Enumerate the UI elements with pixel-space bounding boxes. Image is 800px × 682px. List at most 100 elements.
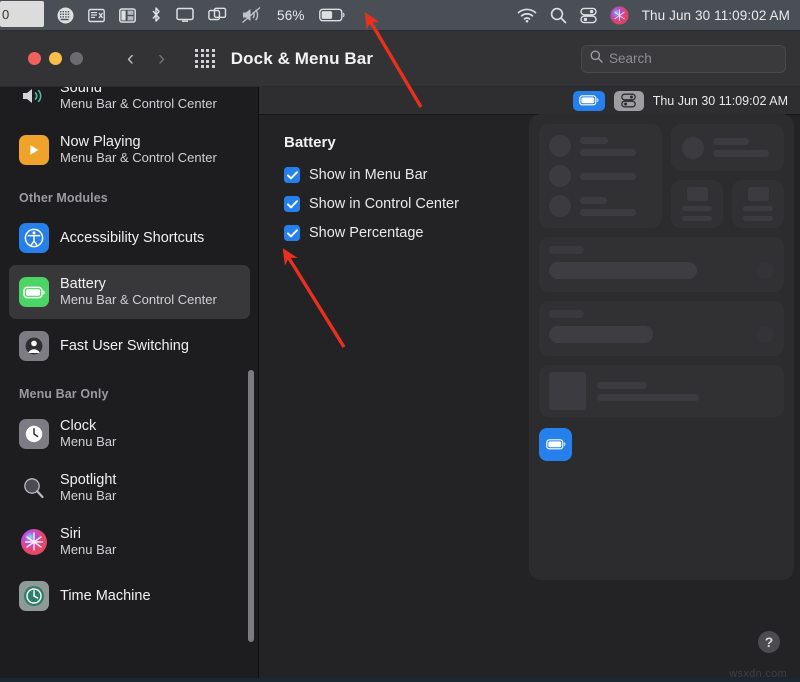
sidebar-item-clock[interactable]: Clock Menu Bar — [9, 407, 250, 461]
cc-placeholder-item — [549, 165, 652, 187]
sidebar-item-title: Time Machine — [60, 588, 151, 605]
back-button[interactable]: ‹ — [127, 48, 134, 69]
now-playing-icon — [19, 135, 49, 165]
show-all-preferences-grid-icon[interactable] — [195, 49, 215, 69]
cc-placeholder-item — [549, 135, 652, 157]
split-view-icon[interactable] — [119, 8, 136, 23]
search-field[interactable]: Search — [581, 45, 786, 73]
cc-tiles-row — [671, 180, 784, 228]
sidebar-section-other-modules: Other Modules — [0, 177, 259, 211]
sidebar-item-clock-text: Clock Menu Bar — [60, 418, 116, 451]
sidebar-item-spotlight[interactable]: Spotlight Menu Bar — [9, 461, 250, 515]
sidebar-scrollbar[interactable] — [248, 370, 254, 642]
show-in-control-center-checkbox[interactable] — [284, 196, 300, 212]
cc-right-column — [671, 124, 784, 228]
zoom-button[interactable] — [70, 52, 83, 65]
cc-placeholder-lines — [713, 138, 769, 157]
sidebar-item-siri[interactable]: Siri Menu Bar — [9, 515, 250, 569]
stocks-icon[interactable] — [88, 8, 105, 23]
cc-placeholder-bar — [682, 216, 712, 221]
sidebar-item-title: Accessibility Shortcuts — [60, 230, 204, 247]
sidebar-item-now-playing-text: Now Playing Menu Bar & Control Center — [60, 134, 217, 167]
keyboard-input-icon[interactable] — [57, 7, 74, 24]
cc-placeholder-label — [549, 246, 584, 254]
checkbox-label: Show Percentage — [309, 225, 423, 241]
sidebar-section-menu-bar-only: Menu Bar Only — [0, 373, 259, 407]
minimize-button[interactable] — [49, 52, 62, 65]
help-button[interactable]: ? — [758, 631, 780, 653]
siri-icon — [19, 527, 49, 557]
display-icon[interactable] — [176, 7, 194, 23]
cc-tile-icon — [748, 187, 769, 201]
cc-slider-track[interactable] — [549, 326, 774, 343]
cc-placeholder-circle — [549, 165, 571, 187]
sidebar-item-siri-text: Siri Menu Bar — [60, 526, 116, 559]
sound-icon — [19, 87, 49, 111]
sidebar-item-sound[interactable]: Sound Menu Bar & Control Center — [9, 87, 250, 123]
cc-sound-slider-card — [539, 301, 784, 356]
spotlight-search-icon[interactable] — [550, 7, 567, 24]
bluetooth-icon[interactable] — [150, 6, 162, 24]
time-machine-icon — [19, 581, 49, 611]
cc-slider-knob[interactable] — [757, 326, 774, 343]
sidebar-item-title: Battery — [60, 276, 217, 293]
modules-sidebar[interactable]: Sound Menu Bar & Control Center Now Play… — [0, 87, 259, 682]
cc-tile-icon — [687, 187, 708, 201]
volume-muted-icon[interactable] — [241, 6, 263, 24]
cc-placeholder-lines — [597, 382, 699, 401]
preview-control-center-chip[interactable] — [614, 91, 644, 111]
page-title: Dock & Menu Bar — [231, 49, 373, 69]
cc-placeholder-bar — [597, 382, 647, 389]
preview-battery-chip[interactable] — [573, 91, 605, 111]
sidebar-item-battery[interactable]: Battery Menu Bar & Control Center — [9, 265, 250, 319]
sidebar-item-fast-user-switching[interactable]: Fast User Switching — [9, 319, 250, 373]
system-menu-bar: 0 — [0, 0, 800, 31]
cc-tile — [671, 180, 723, 228]
menu-bar-clock[interactable]: Thu Jun 30 11:09:02 AM — [642, 8, 790, 23]
cc-display-card — [671, 124, 784, 171]
control-center-preview — [529, 114, 794, 580]
sidebar-item-now-playing[interactable]: Now Playing Menu Bar & Control Center — [9, 123, 250, 177]
screen-root: 0 — [0, 0, 800, 682]
cc-connectivity-card — [539, 124, 662, 228]
cc-placeholder-bar — [743, 216, 773, 221]
fast-user-switching-icon — [19, 331, 49, 361]
menu-bar-preview: Thu Jun 30 11:09:02 AM — [259, 87, 800, 115]
navigation-buttons: ‹ › — [127, 48, 165, 69]
cc-placeholder-bar — [713, 138, 749, 145]
spotlight-icon — [19, 473, 49, 503]
sidebar-item-time-machine[interactable]: Time Machine — [9, 569, 250, 623]
screen-mirroring-icon[interactable] — [208, 7, 227, 23]
cc-placeholder-bar — [580, 149, 636, 156]
accessibility-icon — [19, 223, 49, 253]
battery-icon[interactable] — [319, 8, 345, 22]
cc-slider-track[interactable] — [549, 262, 774, 279]
checkbox-row-show-percentage[interactable]: Show Percentage — [284, 225, 534, 241]
bottom-edge-strip — [0, 678, 800, 682]
show-percentage-checkbox[interactable] — [284, 225, 300, 241]
checkbox-row-show-in-menu-bar[interactable]: Show in Menu Bar — [284, 167, 534, 183]
cc-battery-module-tile[interactable] — [539, 428, 572, 461]
cc-placeholder-label — [549, 310, 584, 318]
cc-placeholder-bar — [743, 206, 773, 211]
sidebar-item-accessibility-shortcuts[interactable]: Accessibility Shortcuts — [9, 211, 250, 265]
wifi-icon[interactable] — [517, 8, 537, 23]
siri-icon[interactable] — [610, 6, 629, 25]
battery-percentage-label[interactable]: 56% — [277, 8, 305, 23]
forward-button[interactable]: › — [158, 48, 165, 69]
close-button[interactable] — [28, 52, 41, 65]
menu-bar-right-group: Thu Jun 30 11:09:02 AM — [517, 6, 800, 25]
search-input[interactable]: Search — [609, 51, 652, 66]
checkbox-row-show-in-control-center[interactable]: Show in Control Center — [284, 196, 534, 212]
control-center-icon[interactable] — [580, 7, 597, 24]
cc-display-slider-card — [539, 237, 784, 292]
cc-now-playing-card — [539, 365, 784, 417]
sidebar-item-spotlight-text: Spotlight Menu Bar — [60, 472, 116, 505]
cc-placeholder-bar — [713, 150, 769, 157]
cc-album-art-placeholder — [549, 372, 586, 410]
show-in-menu-bar-checkbox[interactable] — [284, 167, 300, 183]
cc-placeholder-circle — [549, 195, 571, 217]
cc-placeholder-bar — [580, 137, 608, 144]
search-icon — [590, 50, 603, 68]
cc-slider-knob[interactable] — [757, 262, 774, 279]
